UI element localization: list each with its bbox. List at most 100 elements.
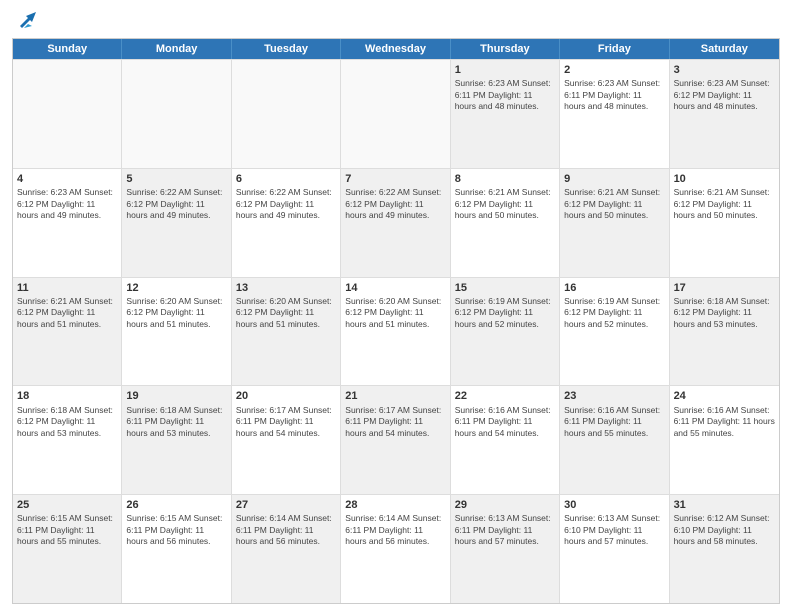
cell-info: Sunrise: 6:21 AM Sunset: 6:12 PM Dayligh… (17, 296, 117, 330)
calendar-cell: 2Sunrise: 6:23 AM Sunset: 6:11 PM Daylig… (560, 60, 669, 168)
calendar-cell: 27Sunrise: 6:14 AM Sunset: 6:11 PM Dayli… (232, 495, 341, 603)
cal-header-day: Sunday (13, 39, 122, 59)
day-number: 26 (126, 498, 226, 512)
calendar-cell: 3Sunrise: 6:23 AM Sunset: 6:12 PM Daylig… (670, 60, 779, 168)
calendar-cell: 25Sunrise: 6:15 AM Sunset: 6:11 PM Dayli… (13, 495, 122, 603)
cell-info: Sunrise: 6:15 AM Sunset: 6:11 PM Dayligh… (17, 513, 117, 547)
calendar-cell: 26Sunrise: 6:15 AM Sunset: 6:11 PM Dayli… (122, 495, 231, 603)
calendar-cell: 31Sunrise: 6:12 AM Sunset: 6:10 PM Dayli… (670, 495, 779, 603)
calendar-cell: 20Sunrise: 6:17 AM Sunset: 6:11 PM Dayli… (232, 386, 341, 494)
day-number: 17 (674, 281, 775, 295)
calendar-cell: 18Sunrise: 6:18 AM Sunset: 6:12 PM Dayli… (13, 386, 122, 494)
cal-header-day: Saturday (670, 39, 779, 59)
cell-info: Sunrise: 6:16 AM Sunset: 6:11 PM Dayligh… (564, 405, 664, 439)
calendar-cell: 17Sunrise: 6:18 AM Sunset: 6:12 PM Dayli… (670, 278, 779, 386)
cell-info: Sunrise: 6:18 AM Sunset: 6:11 PM Dayligh… (126, 405, 226, 439)
calendar-cell: 19 Sunrise: 6:18 AM Sunset: 6:11 PM Dayli… (122, 386, 231, 494)
cell-info: Sunrise: 6:19 AM Sunset: 6:12 PM Dayligh… (455, 296, 555, 330)
cell-info: Sunrise: 6:21 AM Sunset: 6:12 PM Dayligh… (674, 187, 775, 221)
calendar-cell: 11Sunrise: 6:21 AM Sunset: 6:12 PM Dayli… (13, 278, 122, 386)
day-number: 25 (17, 498, 117, 512)
calendar-row: 18Sunrise: 6:18 AM Sunset: 6:12 PM Dayli… (13, 385, 779, 494)
cal-header-day: Tuesday (232, 39, 341, 59)
cell-info: Sunrise: 6:13 AM Sunset: 6:10 PM Dayligh… (564, 513, 664, 547)
calendar-cell: 23 Sunrise: 6:16 AM Sunset: 6:11 PM Dayli… (560, 386, 669, 494)
cell-info: Sunrise: 6:18 AM Sunset: 6:12 PM Dayligh… (674, 296, 775, 330)
cell-info: Sunrise: 6:22 AM Sunset: 6:12 PM Dayligh… (345, 187, 445, 221)
calendar-body: 1Sunrise: 6:23 AM Sunset: 6:11 PM Daylig… (13, 59, 779, 603)
calendar-cell: 13Sunrise: 6:20 AM Sunset: 6:12 PM Dayli… (232, 278, 341, 386)
day-number: 2 (564, 63, 664, 77)
day-number: 5 (126, 172, 226, 186)
calendar-cell: 8Sunrise: 6:21 AM Sunset: 6:12 PM Daylig… (451, 169, 560, 277)
cal-header-day: Wednesday (341, 39, 450, 59)
calendar-cell: 21 Sunrise: 6:17 AM Sunset: 6:11 PM Dayli… (341, 386, 450, 494)
day-number: 9 (564, 172, 664, 186)
calendar-cell (122, 60, 231, 168)
calendar-row: 1Sunrise: 6:23 AM Sunset: 6:11 PM Daylig… (13, 59, 779, 168)
day-number: 8 (455, 172, 555, 186)
day-number: 31 (674, 498, 775, 512)
calendar-cell: 12Sunrise: 6:20 AM Sunset: 6:12 PM Dayli… (122, 278, 231, 386)
day-number: 7 (345, 172, 445, 186)
day-number: 10 (674, 172, 775, 186)
day-number: 12 (126, 281, 226, 295)
cell-info: Sunrise: 6:23 AM Sunset: 6:12 PM Dayligh… (17, 187, 117, 221)
cell-info: Sunrise: 6:22 AM Sunset: 6:12 PM Dayligh… (236, 187, 336, 221)
calendar-cell: 16Sunrise: 6:19 AM Sunset: 6:12 PM Dayli… (560, 278, 669, 386)
calendar-cell: 5Sunrise: 6:22 AM Sunset: 6:12 PM Daylig… (122, 169, 231, 277)
cell-info: Sunrise: 6:22 AM Sunset: 6:12 PM Dayligh… (126, 187, 226, 221)
calendar-cell: 6Sunrise: 6:22 AM Sunset: 6:12 PM Daylig… (232, 169, 341, 277)
day-number: 18 (17, 389, 117, 403)
calendar: SundayMondayTuesdayWednesdayThursdayFrid… (12, 38, 780, 604)
header (12, 10, 780, 32)
calendar-cell: 1Sunrise: 6:23 AM Sunset: 6:11 PM Daylig… (451, 60, 560, 168)
day-number: 14 (345, 281, 445, 295)
cell-info: Sunrise: 6:16 AM Sunset: 6:11 PM Dayligh… (455, 405, 555, 439)
cell-info: Sunrise: 6:23 AM Sunset: 6:11 PM Dayligh… (564, 78, 664, 112)
calendar-cell: 4Sunrise: 6:23 AM Sunset: 6:12 PM Daylig… (13, 169, 122, 277)
logo-bird-icon (14, 10, 36, 32)
cell-info: Sunrise: 6:19 AM Sunset: 6:12 PM Dayligh… (564, 296, 664, 330)
calendar-cell: 7Sunrise: 6:22 AM Sunset: 6:12 PM Daylig… (341, 169, 450, 277)
day-number: 11 (17, 281, 117, 295)
cell-info: Sunrise: 6:23 AM Sunset: 6:11 PM Dayligh… (455, 78, 555, 112)
cell-info: Sunrise: 6:20 AM Sunset: 6:12 PM Dayligh… (236, 296, 336, 330)
calendar-row: 4Sunrise: 6:23 AM Sunset: 6:12 PM Daylig… (13, 168, 779, 277)
cell-info: Sunrise: 6:14 AM Sunset: 6:11 PM Dayligh… (345, 513, 445, 547)
cell-info: Sunrise: 6:16 AM Sunset: 6:11 PM Dayligh… (674, 405, 775, 439)
calendar-cell: 30Sunrise: 6:13 AM Sunset: 6:10 PM Dayli… (560, 495, 669, 603)
day-number: 21 (345, 389, 445, 403)
day-number: 23 (564, 389, 664, 403)
day-number: 3 (674, 63, 775, 77)
day-number: 6 (236, 172, 336, 186)
day-number: 4 (17, 172, 117, 186)
cell-info: Sunrise: 6:20 AM Sunset: 6:12 PM Dayligh… (345, 296, 445, 330)
day-number: 22 (455, 389, 555, 403)
calendar-cell: 14Sunrise: 6:20 AM Sunset: 6:12 PM Dayli… (341, 278, 450, 386)
cell-info: Sunrise: 6:17 AM Sunset: 6:11 PM Dayligh… (345, 405, 445, 439)
cell-info: Sunrise: 6:14 AM Sunset: 6:11 PM Dayligh… (236, 513, 336, 547)
page: SundayMondayTuesdayWednesdayThursdayFrid… (0, 0, 792, 612)
cell-info: Sunrise: 6:15 AM Sunset: 6:11 PM Dayligh… (126, 513, 226, 547)
calendar-cell: 29Sunrise: 6:13 AM Sunset: 6:11 PM Dayli… (451, 495, 560, 603)
cell-info: Sunrise: 6:23 AM Sunset: 6:12 PM Dayligh… (674, 78, 775, 112)
logo (12, 10, 36, 32)
cell-info: Sunrise: 6:13 AM Sunset: 6:11 PM Dayligh… (455, 513, 555, 547)
calendar-cell: 10Sunrise: 6:21 AM Sunset: 6:12 PM Dayli… (670, 169, 779, 277)
calendar-cell (13, 60, 122, 168)
calendar-row: 11Sunrise: 6:21 AM Sunset: 6:12 PM Dayli… (13, 277, 779, 386)
day-number: 28 (345, 498, 445, 512)
cal-header-day: Thursday (451, 39, 560, 59)
day-number: 19 (126, 389, 226, 403)
cell-info: Sunrise: 6:21 AM Sunset: 6:12 PM Dayligh… (564, 187, 664, 221)
day-number: 20 (236, 389, 336, 403)
calendar-cell: 28Sunrise: 6:14 AM Sunset: 6:11 PM Dayli… (341, 495, 450, 603)
cal-header-day: Monday (122, 39, 231, 59)
cell-info: Sunrise: 6:12 AM Sunset: 6:10 PM Dayligh… (674, 513, 775, 547)
calendar-cell (341, 60, 450, 168)
day-number: 29 (455, 498, 555, 512)
day-number: 27 (236, 498, 336, 512)
day-number: 24 (674, 389, 775, 403)
day-number: 15 (455, 281, 555, 295)
